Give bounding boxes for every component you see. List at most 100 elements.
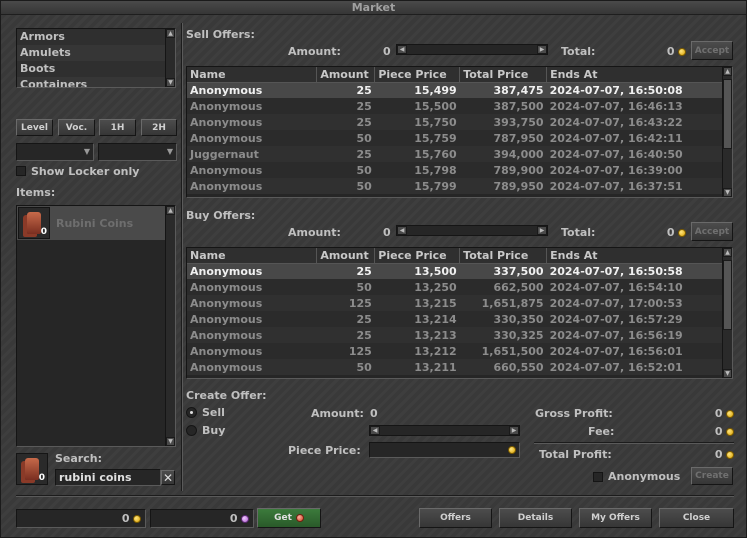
table-cell: 2024-07-07, 16:56:19	[546, 327, 723, 343]
slider-right-icon[interactable]: ▶	[537, 45, 547, 54]
piece-price-input[interactable]	[369, 442, 520, 458]
create-button[interactable]: Create	[691, 467, 733, 485]
one-hand-filter-button[interactable]: 1H	[99, 119, 136, 136]
chevron-down-icon: ▼	[83, 147, 90, 156]
scroll-up-icon[interactable]: ▲	[166, 29, 175, 38]
scroll-up-icon[interactable]: ▲	[723, 248, 732, 257]
level-filter-button[interactable]: Level	[16, 119, 53, 136]
table-row[interactable]: Anonymous 25 13,214 330,350 2024-07-07, 16:5…	[187, 311, 723, 327]
show-locker-only[interactable]: Show Locker only	[16, 164, 139, 178]
column-header[interactable]: Amount	[316, 248, 376, 264]
column-header[interactable]: Name	[187, 67, 318, 83]
item-entry[interactable]: 0 Rubini Coins	[17, 206, 165, 240]
scroll-down-icon[interactable]: ▼	[723, 369, 732, 378]
scroll-up-icon[interactable]: ▲	[723, 67, 732, 76]
items-list[interactable]: 0 Rubini Coins ▲ ▼	[16, 205, 176, 447]
table-cell: 13,250	[374, 279, 460, 295]
scroll-down-icon[interactable]: ▼	[723, 188, 732, 197]
sell-radio-option[interactable]: Sell	[186, 406, 225, 419]
buy-offers-table[interactable]: Name Amount Piece Price Total Price Ends At …	[186, 247, 733, 379]
category-list[interactable]: Armors Amulets Boots Containers ▲ ▼	[16, 28, 176, 88]
get-button[interactable]: Get	[257, 508, 321, 528]
table-cell: Anonymous	[187, 359, 317, 375]
scroll-thumb[interactable]	[723, 260, 732, 330]
slider-left-icon[interactable]: ◀	[370, 426, 380, 435]
create-amount-slider[interactable]: ◀ ▶	[369, 425, 520, 436]
category-item[interactable]: Amulets	[17, 45, 175, 61]
table-row[interactable]: Anonymous 50 13,250 662,500 2024-07-07, 16:5…	[187, 279, 723, 295]
slider-left-icon[interactable]: ◀	[397, 226, 407, 235]
table-row[interactable]: Anonymous 50 13,211 660,550 2024-07-07, 16:5…	[187, 359, 723, 375]
table-row[interactable]: Anonymous 25 13,213 330,325 2024-07-07, 16:5…	[187, 327, 723, 343]
table-row[interactable]: Anonymous 25 15,499 387,475 2024-07-07, 16:5…	[187, 82, 723, 98]
table-row[interactable]: Anonymous 50 15,759 787,950 2024-07-07, 16:4…	[187, 130, 723, 146]
slider-right-icon[interactable]: ▶	[537, 226, 547, 235]
show-locker-checkbox[interactable]	[16, 166, 26, 176]
table-row[interactable]: Anonymous 125 13,215 1,651,875 2024-07-07, 1…	[187, 295, 723, 311]
search-value: rubini coins	[59, 471, 132, 484]
column-header[interactable]: Total Price	[459, 248, 548, 264]
vocation-dropdown[interactable]: ▼	[16, 143, 94, 161]
buy-accept-button[interactable]: Accept	[691, 222, 733, 241]
search-input[interactable]: rubini coins	[55, 469, 161, 486]
category-scrollbar[interactable]: ▲ ▼	[165, 29, 175, 87]
offers-button[interactable]: Offers	[419, 508, 492, 528]
column-header[interactable]: Ends At	[546, 248, 723, 264]
column-header[interactable]: Amount	[316, 67, 376, 83]
scroll-down-icon[interactable]: ▼	[166, 78, 175, 87]
table-row[interactable]: Anonymous 25 13,500 337,500 2024-07-07, 16:5…	[187, 263, 723, 279]
table-cell: 50	[316, 178, 375, 194]
sell-offers-scrollbar[interactable]: ▲ ▼	[722, 67, 732, 197]
scroll-down-icon[interactable]: ▼	[166, 437, 175, 446]
close-button[interactable]: Close	[659, 508, 734, 528]
slider-right-icon[interactable]: ▶	[509, 426, 519, 435]
anonymous-checkbox[interactable]	[593, 471, 603, 482]
buy-amount-slider[interactable]: ◀ ▶	[396, 225, 548, 236]
sell-radio[interactable]	[186, 407, 197, 418]
buy-offers-scrollbar[interactable]: ▲ ▼	[722, 248, 732, 378]
sell-total-label: Total:	[561, 45, 596, 58]
table-cell: Anonymous	[187, 114, 317, 130]
total-profit-label: Total Profit:	[539, 448, 612, 461]
buy-radio-option[interactable]: Buy	[186, 424, 225, 437]
details-button[interactable]: Details	[499, 508, 572, 528]
column-header[interactable]: Ends At	[546, 67, 723, 83]
table-row[interactable]: Anonymous 125 13,212 1,651,500 2024-07-07, 1…	[187, 343, 723, 359]
table-row[interactable]: Anonymous 50 15,798 789,900 2024-07-07, 16:3…	[187, 162, 723, 178]
slot-dropdown[interactable]: ▼	[98, 143, 177, 161]
my-offers-button[interactable]: My Offers	[579, 508, 652, 528]
fee: 0	[691, 425, 734, 438]
table-cell: 13,215	[374, 295, 460, 311]
category-item[interactable]: Armors	[17, 29, 175, 45]
column-header[interactable]: Name	[187, 248, 318, 264]
column-header[interactable]: Piece Price	[374, 67, 461, 83]
tibia-coin-icon	[241, 515, 249, 523]
item-count: 0	[40, 227, 47, 237]
table-cell: 25	[316, 114, 375, 130]
sell-amount-slider[interactable]: ◀ ▶	[396, 44, 548, 55]
two-hand-filter-button[interactable]: 2H	[141, 119, 177, 136]
items-scrollbar[interactable]: ▲ ▼	[165, 206, 175, 446]
column-header[interactable]: Piece Price	[374, 248, 461, 264]
buy-radio[interactable]	[186, 425, 197, 436]
table-row[interactable]: Anonymous 25 15,750 393,750 2024-07-07, 16:4…	[187, 114, 723, 130]
slider-left-icon[interactable]: ◀	[397, 45, 407, 54]
buy-amount-label: Amount:	[288, 226, 341, 239]
table-cell: 125	[316, 295, 375, 311]
table-cell: 2024-07-07, 16:54:10	[546, 279, 723, 295]
sell-offers-table[interactable]: Name Amount Piece Price Total Price Ends At …	[186, 66, 733, 198]
table-row[interactable]: Anonymous 50 15,799 789,950 2024-07-07, 16:3…	[187, 178, 723, 194]
category-item[interactable]: Containers	[17, 77, 175, 87]
table-row[interactable]: Juggernaut 25 15,760 394,000 2024-07-07, 16:…	[187, 146, 723, 162]
anonymous-option[interactable]: Anonymous	[593, 470, 680, 483]
scroll-up-icon[interactable]: ▲	[166, 206, 175, 215]
clear-search-button[interactable]: ✕	[161, 470, 175, 485]
chevron-down-icon: ▼	[166, 147, 173, 156]
vocation-filter-button[interactable]: Voc.	[58, 119, 95, 136]
table-row[interactable]: Anonymous 25 15,500 387,500 2024-07-07, 16:4…	[187, 98, 723, 114]
category-item[interactable]: Boots	[17, 61, 175, 77]
table-cell: 15,750	[374, 114, 460, 130]
sell-accept-button[interactable]: Accept	[691, 41, 733, 60]
column-header[interactable]: Total Price	[459, 67, 548, 83]
scroll-thumb[interactable]	[723, 79, 732, 149]
